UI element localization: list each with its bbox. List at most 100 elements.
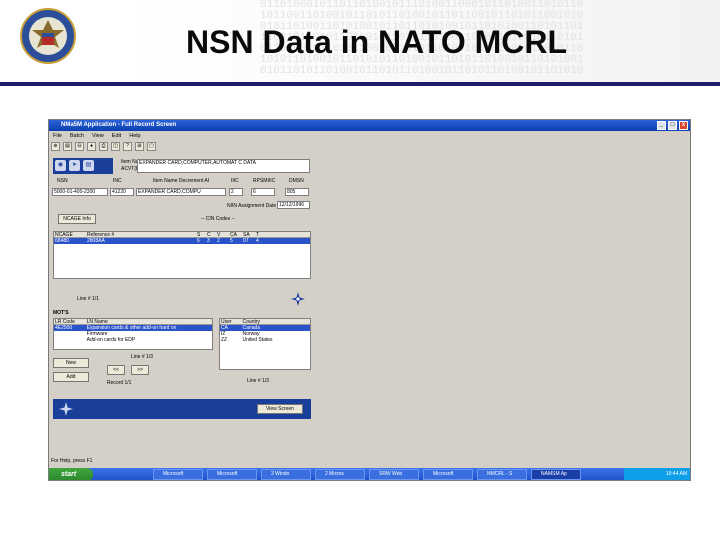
assignment-date-label: NIIN Assignment Date	[227, 203, 277, 209]
column-header[interactable]: Reference #	[86, 232, 196, 237]
eye-icon[interactable]: ◉	[55, 160, 66, 171]
rpsmiiic-field[interactable]: 6	[251, 188, 275, 196]
previous-record-button[interactable]: <<	[107, 365, 125, 375]
iiic-header: IIIC	[231, 178, 239, 184]
column-header[interactable]: Country	[242, 319, 310, 324]
taskbar-item[interactable]: SRW Web	[369, 469, 419, 480]
window-titlebar: NMa5M Application - Full Record Screen _…	[49, 120, 690, 131]
arrow-icon[interactable]: ➤	[69, 160, 80, 171]
table-cell: 6	[197, 238, 200, 244]
item-name-field[interactable]: EXPANDER CARD,COMPUTER,AUTOMAT C DATA	[137, 159, 310, 173]
windows-taskbar: start Microsoft Microsoft 3 Windo 2 Micr…	[49, 468, 690, 480]
inc-field[interactable]: 41220	[110, 188, 134, 196]
column-header[interactable]: User	[220, 319, 242, 324]
column-header[interactable]: C	[206, 232, 216, 237]
menu-bar: File Batch View Edit Help	[49, 132, 690, 141]
slide-title: NSN Data in NATO MCRL	[186, 24, 568, 60]
document-icon[interactable]: ▤	[83, 160, 94, 171]
table-cell: 4	[256, 238, 259, 244]
taskbar-item[interactable]: Microsoft	[423, 469, 473, 480]
dla-seal-logo	[20, 8, 76, 64]
column-header[interactable]: LR Code	[54, 319, 86, 324]
toolbar-button-6[interactable]: ◫	[111, 142, 120, 151]
column-header[interactable]: NCAGE	[54, 232, 86, 237]
users-grid: User Country CA Canada IZ Norway ZZ Unit…	[219, 318, 311, 370]
toolbar: ⊕ ▤ ⊟ ● ⎙ ◫ ? ⊞ ▢	[51, 142, 156, 154]
rpsmiiic-header: RPSMIIIC	[253, 178, 276, 184]
application-window: NMa5M Application - Full Record Screen _…	[48, 119, 691, 481]
mots-grid: LR Code LN Name 4E2500 Expansion cards &…	[53, 318, 213, 350]
window-controls: _ □ x	[657, 121, 688, 130]
item-name-decrement-header: Item Name Decrement AI	[153, 178, 210, 184]
slide-header: 0110100010110110100101110100110001011010…	[0, 0, 720, 86]
taskbar-item[interactable]: Microsoft	[207, 469, 257, 480]
table-cell: 68480	[55, 238, 69, 244]
ncage-info-button[interactable]: NCAGE Info	[58, 214, 96, 224]
taskbar-item[interactable]: Microsoft	[153, 469, 203, 480]
item-name-decrement-field[interactable]: EXPANDER CARD,COMPU	[136, 188, 226, 196]
table-cell: 07	[243, 238, 249, 244]
table-cell: 2	[217, 238, 220, 244]
column-header[interactable]: V	[216, 232, 229, 237]
toolbar-button-3[interactable]: ⊟	[75, 142, 84, 151]
taskbar-item[interactable]: 3 Windo	[261, 469, 311, 480]
column-header[interactable]: LN Name	[86, 319, 212, 324]
column-header[interactable]: CA	[229, 232, 242, 237]
reference-line-counter: Line # 1/1	[77, 296, 99, 302]
toolbar-button-1[interactable]: ⊕	[51, 142, 60, 151]
navigation-icon-panel: ◉ ➤ ▤	[53, 158, 113, 174]
maximize-button[interactable]: □	[668, 121, 677, 130]
compass-navigation-icon[interactable]	[291, 292, 305, 306]
record-counter: Record 1/1	[107, 380, 132, 386]
menu-file[interactable]: File	[53, 132, 62, 141]
nato-star-icon	[59, 402, 73, 416]
users-line-counter: Line # 1/3	[247, 378, 269, 384]
view-screen-button[interactable]: View Screen	[257, 404, 303, 414]
toolbar-button-8[interactable]: ⊞	[135, 142, 144, 151]
table-cell: United States	[242, 337, 273, 343]
toolbar-button-4[interactable]: ●	[87, 142, 96, 151]
help-button[interactable]: ?	[123, 142, 132, 151]
table-cell: 3	[207, 238, 210, 244]
header-divider	[0, 82, 720, 86]
column-header[interactable]: T	[255, 232, 265, 237]
add-button[interactable]: Add	[53, 372, 89, 382]
menu-help[interactable]: Help	[129, 132, 140, 141]
table-cell: ZZ	[221, 337, 228, 343]
taskbar-item[interactable]: 2 Micros	[315, 469, 365, 480]
menu-view[interactable]: View	[92, 132, 104, 141]
nsn-field[interactable]: 5000-01-400-2300	[52, 188, 108, 196]
toolbar-button-9[interactable]: ▢	[147, 142, 156, 151]
dmsn-header: DMSN	[289, 178, 304, 184]
minimize-button[interactable]: _	[657, 121, 666, 130]
table-cell: 2808AA	[87, 238, 105, 244]
taskbar-item-active[interactable]: NAMSM Ap	[531, 469, 581, 480]
table-row[interactable]: Add-on cards for EDP	[54, 337, 212, 343]
clock[interactable]: 10:44 AM	[666, 471, 687, 477]
column-header[interactable]: SA	[242, 232, 255, 237]
dmsn-field[interactable]: 805	[285, 188, 309, 196]
start-button[interactable]: start	[49, 468, 93, 480]
menu-edit[interactable]: Edit	[112, 132, 121, 141]
nsn-header: NSN	[57, 178, 68, 184]
toolbar-button-2[interactable]: ▤	[63, 142, 72, 151]
new-button[interactable]: New	[53, 358, 89, 368]
bottom-action-bar: View Screen	[53, 399, 311, 419]
next-record-button[interactable]: >>	[131, 365, 149, 375]
column-header[interactable]: S	[196, 232, 206, 237]
menu-batch[interactable]: Batch	[70, 132, 84, 141]
table-row[interactable]: 68480 2808AA 6 3 2 5 07 4	[54, 238, 310, 244]
assignment-date-field[interactable]: 12/12/1996	[277, 201, 310, 209]
print-button[interactable]: ⎙	[99, 142, 108, 151]
taskbar-item[interactable]: NMCRL - S	[477, 469, 527, 480]
table-row[interactable]: ZZ United States	[220, 337, 310, 343]
table-cell: 5	[230, 238, 233, 244]
window-title: NMa5M Application - Full Record Screen	[61, 122, 177, 128]
system-tray: 10:44 AM	[624, 468, 690, 480]
close-button[interactable]: x	[679, 121, 688, 130]
pattern-line: 0101101011010010110101101001011010110100…	[260, 65, 584, 77]
reference-grid: NCAGE Reference # S C V CA SA T 68480 28…	[53, 231, 311, 279]
cin-codes-label: -- CIN Codes --	[201, 216, 235, 222]
iiic-field[interactable]: 2	[229, 188, 243, 196]
table-cell: Add-on cards for EDP	[86, 337, 136, 343]
